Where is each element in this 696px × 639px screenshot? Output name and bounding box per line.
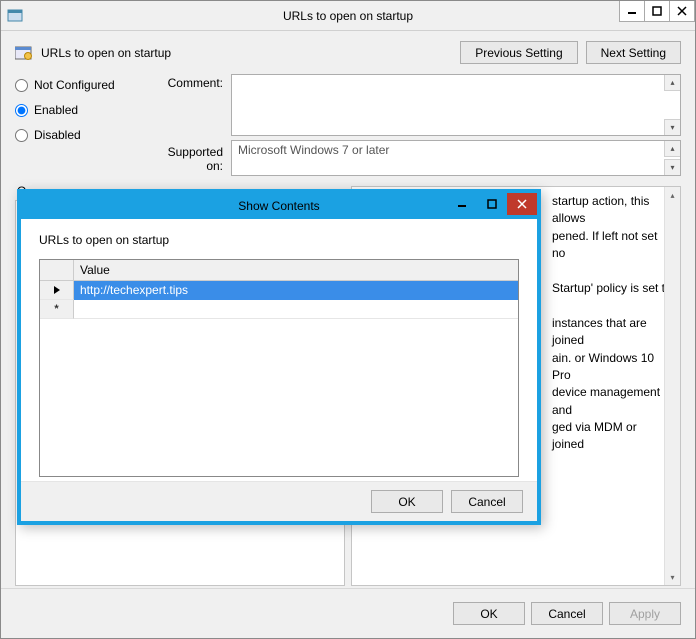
value-cell[interactable] (74, 300, 518, 319)
supported-label: Supported on: (155, 143, 231, 173)
scroll-up-icon[interactable]: ▴ (664, 75, 680, 91)
header-row: URLs to open on startup Previous Setting… (1, 31, 695, 70)
radio-enabled[interactable]: Enabled (15, 103, 155, 117)
dialog-ok-button[interactable]: OK (371, 490, 443, 513)
config-area: Not Configured Enabled Disabled Comment:… (1, 70, 695, 178)
cancel-button[interactable]: Cancel (531, 602, 603, 625)
minimize-button[interactable] (619, 1, 645, 22)
state-radios: Not Configured Enabled Disabled (15, 74, 155, 176)
dialog-window-controls (447, 193, 537, 215)
radio-enabled-label: Enabled (34, 103, 78, 117)
grid-col-value[interactable]: Value (74, 260, 518, 280)
policy-icon (15, 45, 33, 61)
radio-not-configured-label: Not Configured (34, 78, 115, 92)
radio-not-configured-input[interactable] (15, 79, 28, 92)
maximize-button[interactable] (644, 1, 670, 22)
window-title: URLs to open on startup (1, 9, 695, 23)
dialog-cancel-button[interactable]: Cancel (451, 490, 523, 513)
dialog-close-button[interactable] (507, 193, 537, 215)
comment-input[interactable]: ▴ ▾ (231, 74, 681, 136)
comment-label: Comment: (155, 74, 231, 90)
row-header[interactable] (40, 281, 74, 300)
grid-rows: http://techexpert.tips* (40, 281, 518, 319)
scroll-down-icon[interactable]: ▾ (665, 569, 680, 585)
previous-setting-button[interactable]: Previous Setting (460, 41, 577, 64)
grid-header: Value (40, 260, 518, 281)
radio-enabled-input[interactable] (15, 104, 28, 117)
dialog-footer: OK Cancel (21, 481, 537, 521)
scroll-down-icon[interactable]: ▾ (664, 119, 680, 135)
help-scrollbar[interactable]: ▴ ▾ (664, 187, 680, 585)
radio-disabled[interactable]: Disabled (15, 128, 155, 142)
grid-corner (40, 260, 74, 280)
fields: Comment: ▴ ▾ Supported on: Microsoft Win… (155, 74, 681, 176)
policy-editor-window: URLs to open on startup URLs to open on … (0, 0, 696, 639)
value-cell[interactable]: http://techexpert.tips (74, 281, 518, 300)
app-icon (7, 8, 23, 24)
radio-disabled-input[interactable] (15, 129, 28, 142)
table-row[interactable]: http://techexpert.tips (40, 281, 518, 300)
dialog-body: URLs to open on startup Value http://tec… (21, 219, 537, 481)
supported-on-value: Microsoft Windows 7 or later (238, 143, 389, 157)
row-header[interactable]: * (40, 300, 74, 319)
dialog-minimize-button[interactable] (447, 193, 477, 215)
footer: OK Cancel Apply (1, 588, 695, 638)
supported-on-box: Microsoft Windows 7 or later ▴ ▾ (231, 140, 681, 176)
next-setting-button[interactable]: Next Setting (586, 41, 681, 64)
value-grid[interactable]: Value http://techexpert.tips* (39, 259, 519, 477)
titlebar: URLs to open on startup (1, 1, 695, 31)
dialog-titlebar: Show Contents (21, 193, 537, 219)
scroll-up-icon[interactable]: ▴ (665, 187, 680, 203)
apply-button[interactable]: Apply (609, 602, 681, 625)
scroll-up-icon[interactable]: ▴ (664, 141, 680, 157)
radio-not-configured[interactable]: Not Configured (15, 78, 155, 92)
table-row[interactable]: * (40, 300, 518, 319)
dialog-caption: URLs to open on startup (39, 233, 519, 247)
window-controls (620, 1, 695, 22)
radio-disabled-label: Disabled (34, 128, 81, 142)
scroll-down-icon[interactable]: ▾ (664, 159, 680, 175)
dialog-maximize-button[interactable] (477, 193, 507, 215)
show-contents-dialog: Show Contents URLs to open on startup Va… (17, 189, 541, 525)
close-button[interactable] (669, 1, 695, 22)
page-title: URLs to open on startup (41, 46, 452, 60)
ok-button[interactable]: OK (453, 602, 525, 625)
